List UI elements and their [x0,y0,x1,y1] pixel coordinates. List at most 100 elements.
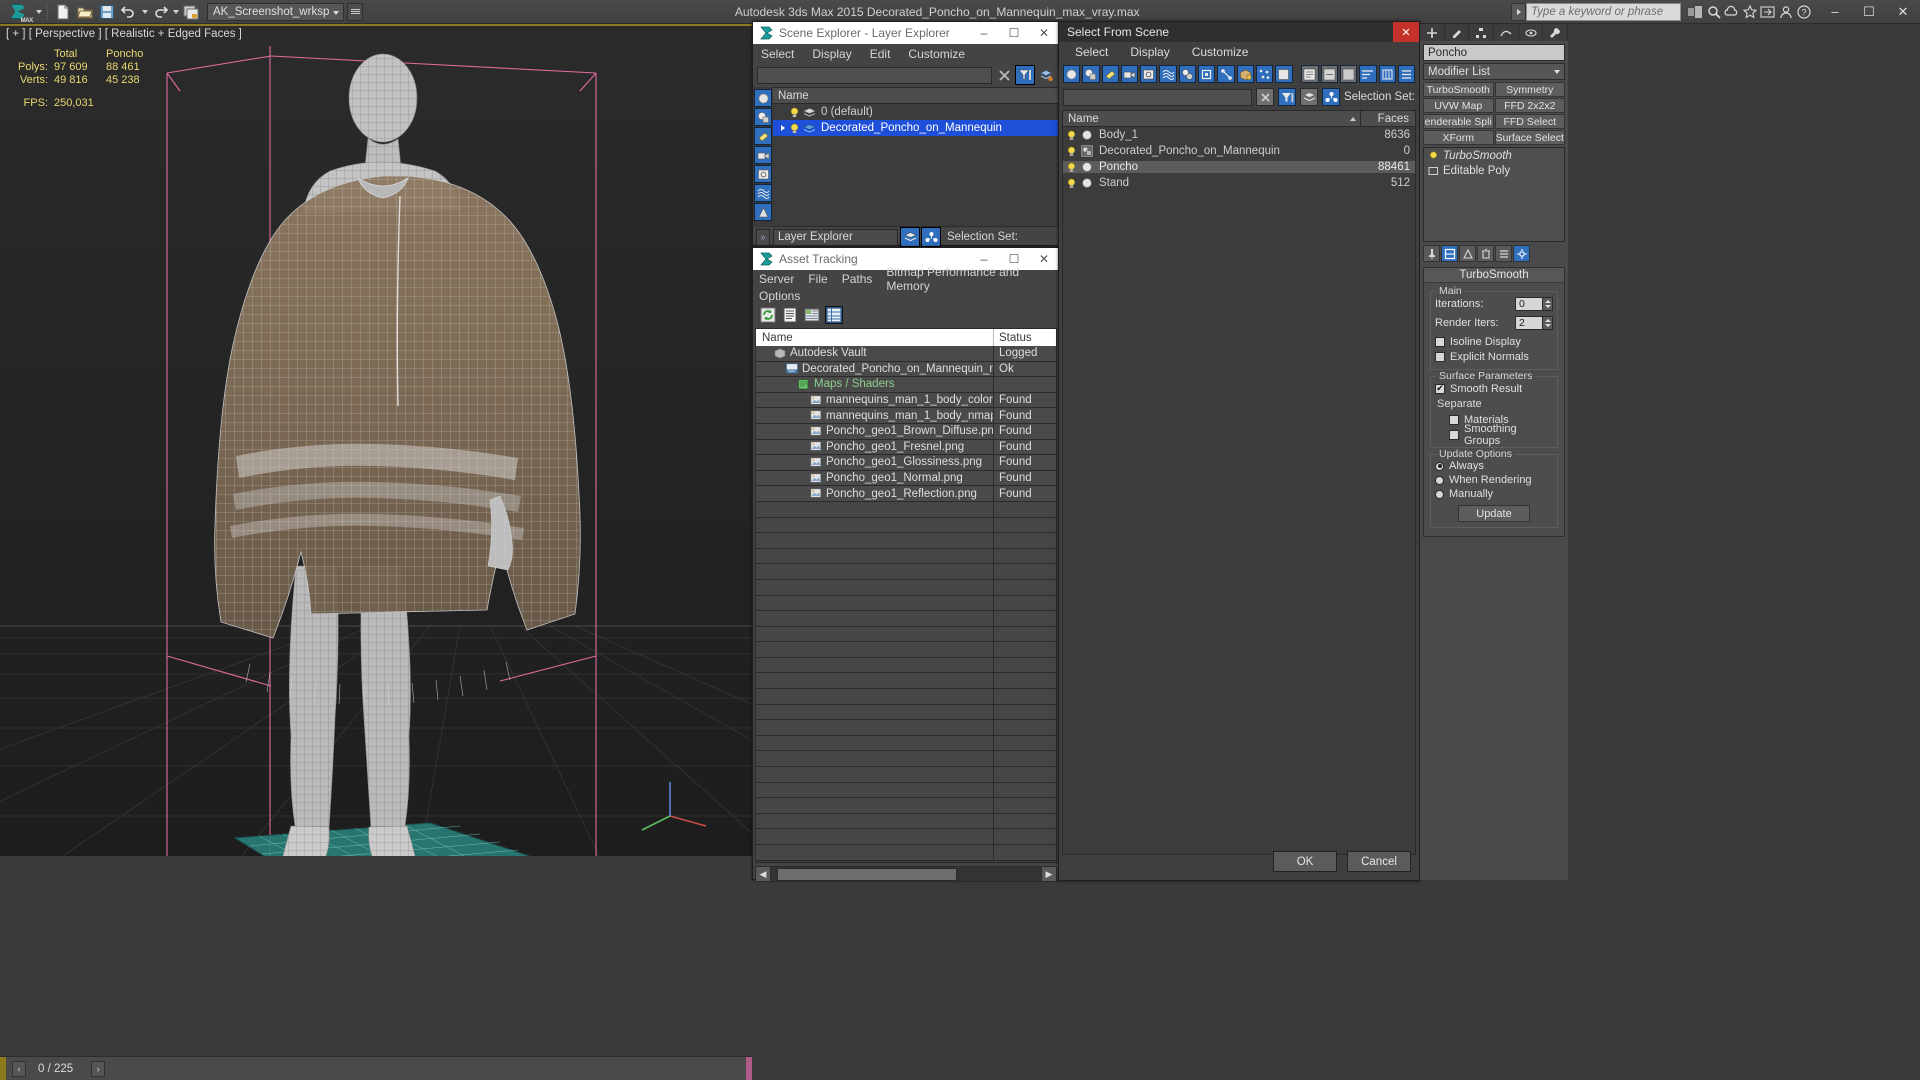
grid-view-icon[interactable] [825,306,843,324]
tab-motion[interactable] [1494,24,1519,41]
expand-toggle-icon[interactable] [777,124,789,132]
modifier-button-turbosmooth[interactable]: TurboSmooth [1423,82,1494,97]
layer-manager-icon[interactable] [900,227,920,247]
filter-cameras-icon[interactable] [754,146,772,164]
select-from-scene-close-button[interactable]: ✕ [1393,22,1419,42]
asset-row-empty[interactable] [756,704,1056,721]
asset-row-empty[interactable] [756,673,1056,690]
filter-geometry-icon[interactable] [754,89,772,107]
3dsmax-logo-icon[interactable]: MAX [0,0,34,24]
minimize-button[interactable]: – [1818,0,1852,24]
asset-row-empty[interactable] [756,611,1056,627]
explicit-normals-checkbox[interactable]: Explicit Normals [1435,349,1553,364]
materials-box[interactable] [1449,414,1459,425]
selection-set-icon[interactable] [1322,88,1341,106]
active-layer-field[interactable]: Layer Explorer [773,228,898,246]
display-influences-icon[interactable] [1320,65,1338,83]
scene-object-row[interactable]: Stand 512 [1063,175,1415,191]
update-mode-when-rendering[interactable]: When Rendering [1435,473,1553,487]
remove-modifier-icon[interactable] [1477,245,1494,262]
stack-item-turbosmooth[interactable]: TurboSmooth [1424,148,1564,163]
at-menu-options[interactable]: Options [759,289,800,303]
filter-shapes-icon[interactable] [1082,65,1100,83]
at-menu-paths[interactable]: Paths [842,272,873,286]
asset-tracking-table[interactable]: Name Status Autodesk Vault Logged MAX Decor… [755,328,1057,863]
scene-object-row[interactable]: Decorated_Poncho_on_Mannequin 0 [1063,143,1415,159]
list-view-icon[interactable] [781,306,799,324]
clear-search-icon[interactable] [995,66,1013,84]
filter-spacewarps-icon[interactable] [1159,65,1177,83]
asset-row[interactable]: Poncho_geo1_Brown_Diffuse.png Found [756,423,1056,440]
filter-bones-icon[interactable] [754,203,772,221]
redo-dropdown-caret-icon[interactable] [171,1,180,23]
selection-set-icon[interactable] [921,227,941,247]
object-name-field[interactable]: Poncho [1423,44,1565,61]
application-menu-caret-icon[interactable] [34,0,43,24]
se-menu-edit[interactable]: Edit [870,47,891,61]
user-account-icon[interactable] [1777,3,1794,20]
filter-xrefs-icon[interactable] [1198,65,1216,83]
iterations-spinner-arrows[interactable] [1543,297,1553,311]
column-options-icon[interactable] [1378,65,1396,83]
update-mode-always[interactable]: Always [1435,459,1553,473]
keyword-search-arrow-icon[interactable] [1511,2,1526,21]
perspective-viewport[interactable]: [ + ] [ Perspective ] [ Realistic + Edge… [0,24,752,856]
filter-shapes-icon[interactable] [754,108,772,126]
se-menu-display[interactable]: Display [812,47,851,61]
update-mode-manually[interactable]: Manually [1435,487,1553,501]
filter-lights-icon[interactable] [754,127,772,145]
viewport-label[interactable]: [ + ] [ Perspective ] [ Realistic + Edge… [6,28,242,40]
tab-create[interactable] [1420,24,1445,41]
asset-row[interactable]: Maps / Shaders [756,377,1056,393]
smooth-result-box[interactable] [1435,383,1445,394]
asset-row-empty[interactable] [756,798,1056,814]
workspace-expand-button[interactable] [347,2,364,21]
find-filter-icon[interactable] [1278,88,1297,106]
autodesk-360-icon[interactable] [1687,3,1704,20]
redo-icon[interactable] [149,1,171,23]
rollout-header[interactable]: TurboSmooth [1424,268,1564,283]
modifier-enable-icon[interactable] [1428,150,1439,161]
asset-row[interactable]: Poncho_geo1_Fresnel.png Found [756,439,1056,456]
paths-view-icon[interactable] [803,306,821,324]
select-from-scene-find-input[interactable] [1063,88,1253,106]
asset-row-empty[interactable] [756,548,1056,565]
explicit-normals-box[interactable] [1435,351,1445,362]
asset-name-column-header[interactable]: Name [756,329,994,346]
filter-helpers-icon[interactable] [754,165,772,183]
modifier-button-xform[interactable]: XForm [1423,130,1494,145]
clear-find-icon[interactable] [1256,88,1275,106]
next-frame-button[interactable]: › [91,1060,106,1077]
scrollbar-track[interactable] [771,866,1041,882]
at-menu-server[interactable]: Server [759,272,794,286]
modifier-button-ffd2x2x2[interactable]: FFD 2x2x2 [1494,98,1565,113]
scene-explorer-minimize[interactable]: – [969,22,999,44]
tab-display[interactable] [1519,24,1544,41]
pin-stack-icon[interactable] [1423,245,1440,262]
light-bulb-icon[interactable] [789,123,800,134]
tab-hierarchy[interactable] [1469,24,1495,41]
modifier-button-symmetry[interactable]: Symmetry [1494,82,1565,97]
project-folder-icon[interactable] [180,1,202,23]
smoothing-groups-box[interactable] [1449,429,1459,440]
ok-button[interactable]: OK [1273,851,1337,872]
filter-bones-icon[interactable] [1217,65,1235,83]
asset-row-empty[interactable] [756,751,1056,768]
when-rendering-radio[interactable] [1435,475,1444,485]
tab-modify[interactable] [1445,24,1470,41]
asset-tracking-horizontal-scrollbar[interactable]: ◀ ▶ [755,865,1057,883]
open-file-icon[interactable] [74,1,96,23]
asset-row-empty[interactable] [756,533,1056,549]
scene-name-column-header[interactable]: Name [1063,111,1360,126]
layer-row-decorated-poncho[interactable]: Decorated_Poncho_on_Mannequin [773,120,1058,136]
scroll-right-button[interactable]: ▶ [1041,866,1057,882]
light-bulb-icon[interactable] [789,107,800,118]
filter-all-icon[interactable] [1275,65,1293,83]
sfs-menu-select[interactable]: Select [1075,45,1108,59]
asset-row-empty[interactable] [756,813,1056,830]
filter-geometry-icon[interactable] [1063,65,1081,83]
filter-groups-icon[interactable] [1178,65,1197,83]
asset-row[interactable]: mannequins_man_1_body_nmap.pngFound [756,408,1056,424]
scene-object-row[interactable]: Poncho 88461 [1063,159,1415,175]
layer-row-default[interactable]: 0 (default) [773,104,1058,120]
